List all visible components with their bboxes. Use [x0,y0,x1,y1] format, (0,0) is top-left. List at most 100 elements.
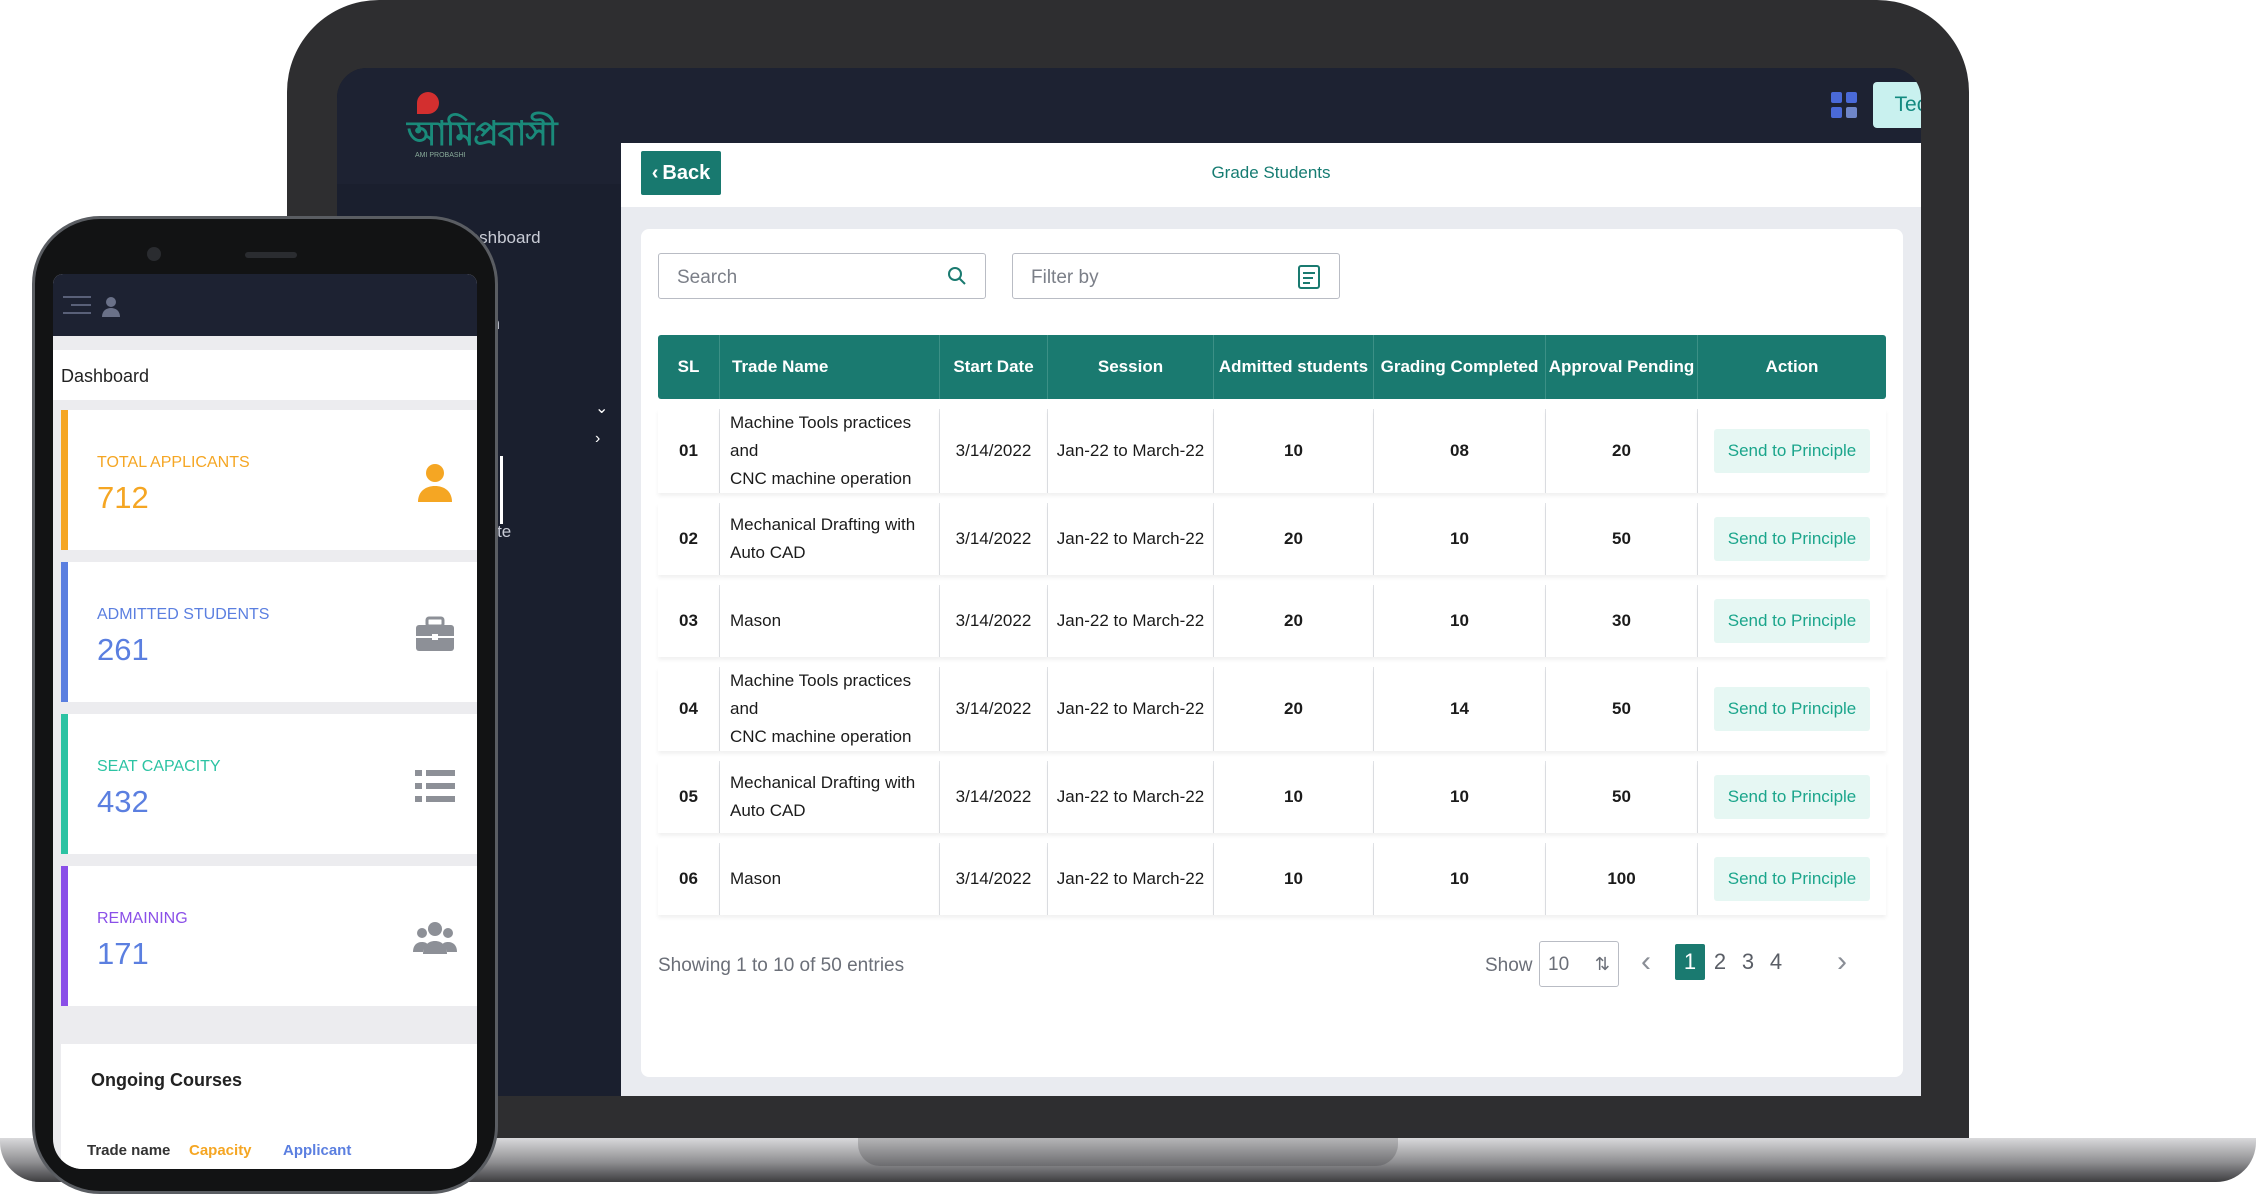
training-center-button[interactable]: Technical Training Center [1873,82,1921,128]
chevron-left-icon[interactable]: ‹ [1641,945,1651,979]
stat-accent-bar [61,410,68,550]
cell-start-date: 3/14/2022 [940,761,1048,833]
stat-card-remaining[interactable]: REMAINING 171 [61,866,477,1006]
stat-card-admitted-students[interactable]: ADMITTED STUDENTS 261 [61,562,477,702]
cell-pending: 100 [1546,843,1698,915]
cell-session: Jan-22 to March-22 [1048,667,1214,751]
cell-graded: 10 [1374,843,1546,915]
search-placeholder: Search [677,267,738,288]
cell-session: Jan-22 to March-22 [1048,585,1214,657]
trade-line: Machine Tools practices and [730,413,912,460]
trade-line: Mason [730,869,782,888]
search-input[interactable]: Search [658,253,986,299]
stat-accent-bar [61,714,68,854]
cell-action: Send to Principle [1698,585,1886,657]
col-session[interactable]: Session [1048,335,1214,399]
trade-line: Mechanical Drafting with [730,773,916,792]
table-row: 02 Mechanical Drafting with Auto CAD 3/14… [658,503,1886,575]
phone-screen: Dashboard TOTAL APPLICANTS 712 ADMITTED … [53,274,477,1169]
stat-card-seat-capacity[interactable]: SEAT CAPACITY 432 [61,714,477,854]
filter-placeholder: Filter by [1031,267,1099,288]
cell-trade-name: Mechanical Drafting with Auto CAD [720,761,940,833]
table-header-row: SL Trade Name Start Date Session Admitte… [658,335,1886,399]
table-row: 06 Mason 3/14/2022 Jan-22 to March-22 10… [658,843,1886,915]
cell-trade-name: Mason [720,843,940,915]
stat-label: TOTAL APPLICANTS [97,454,250,471]
group-icon [413,922,457,954]
stat-label: SEAT CAPACITY [97,758,221,775]
col-action: Action [1698,335,1886,399]
chevron-left-icon: ‹ [651,161,659,184]
filter-select[interactable]: Filter by [1012,253,1340,299]
stat-card-total-applicants[interactable]: TOTAL APPLICANTS 712 [61,410,477,550]
col-trade-name[interactable]: Trade name [87,1142,170,1159]
col-admitted[interactable]: Admitted students [1214,335,1374,399]
send-to-principle-button[interactable]: Send to Principle [1713,599,1871,643]
chevron-down-icon[interactable]: ⌄ [595,398,608,418]
page-size-select[interactable]: 10 ⇅ [1539,941,1619,987]
table-row: 04 Machine Tools practices and CNC machin… [658,667,1886,751]
user-icon[interactable] [99,294,123,318]
dashboard-title: Dashboard [61,366,150,386]
send-to-principle-button[interactable]: Send to Principle [1713,775,1871,819]
page-4-button[interactable]: 4 [1761,949,1791,975]
cell-admitted: 20 [1214,503,1374,575]
page-1-button[interactable]: 1 [1675,944,1705,980]
send-to-principle-button[interactable]: Send to Principle [1713,429,1871,473]
cell-trade-name: Mason [720,585,940,657]
trade-line: Auto CAD [730,543,806,562]
stat-label: REMAINING [97,910,188,927]
chevron-right-icon[interactable]: › [1837,945,1847,979]
laptop-screen: আমিপ্রবাসী AMI PROBASHI r Dashboard lent… [337,68,1921,1096]
page-2-button[interactable]: 2 [1705,949,1735,975]
sort-icon: ⇅ [1594,954,1610,974]
stat-value: 432 [97,784,149,819]
cell-admitted: 20 [1214,667,1374,751]
send-to-principle-button[interactable]: Send to Principle [1713,857,1871,901]
col-capacity[interactable]: Capacity [189,1142,252,1159]
cell-sl: 06 [658,843,720,915]
chevron-right-icon[interactable]: › [595,430,600,448]
cell-pending: 50 [1546,761,1698,833]
filter-icon[interactable] [1297,264,1321,290]
dashboard-header: Dashboard [53,350,477,400]
hamburger-menu-icon[interactable] [63,296,91,314]
back-label: Back [662,161,711,184]
cell-start-date: 3/14/2022 [940,843,1048,915]
cell-start-date: 3/14/2022 [940,585,1048,657]
stat-accent-bar [61,562,68,702]
apps-grid-icon[interactable] [1831,92,1857,118]
col-approval-pending[interactable]: Approval Pending [1546,335,1698,399]
cell-trade-name: Mechanical Drafting with Auto CAD [720,503,940,575]
cell-pending: 20 [1546,409,1698,493]
send-to-principle-button[interactable]: Send to Principle [1713,517,1871,561]
phone-frame: Dashboard TOTAL APPLICANTS 712 ADMITTED … [32,216,498,1194]
table-row: 05 Mechanical Drafting with Auto CAD 3/14… [658,761,1886,833]
top-bar: Technical Training Center [621,68,1921,143]
cell-graded: 08 [1374,409,1546,493]
cell-sl: 03 [658,585,720,657]
cell-trade-name: Machine Tools practices and CNC machine o… [720,409,940,493]
search-icon[interactable] [947,266,967,286]
stat-value: 171 [97,936,149,971]
table-row: 03 Mason 3/14/2022 Jan-22 to March-22 20… [658,585,1886,657]
cell-action: Send to Principle [1698,409,1886,493]
col-grading-completed[interactable]: Grading Completed [1374,335,1546,399]
send-to-principle-button[interactable]: Send to Principle [1713,687,1871,731]
col-sl[interactable]: SL [658,335,720,399]
table-row: 01 Machine Tools practices and CNC machin… [658,409,1886,493]
cell-pending: 50 [1546,667,1698,751]
app-logo[interactable]: আমিপ্রবাসী AMI PROBASHI [407,92,558,164]
ongoing-courses-panel: Ongoing Courses Trade name Capacity Appl… [61,1044,477,1169]
cell-start-date: 3/14/2022 [940,409,1048,493]
page-size-value: 10 [1548,954,1570,975]
trade-line: Mason [730,611,782,630]
col-applicant[interactable]: Applicant [283,1142,351,1159]
page-3-button[interactable]: 3 [1733,949,1763,975]
col-trade-name[interactable]: Trade Name [720,335,940,399]
cell-session: Jan-22 to March-22 [1048,409,1214,493]
grade-students-card: Search Filter by SL Trade Name Start Dat… [641,229,1903,1077]
col-start-date[interactable]: Start Date [940,335,1048,399]
cell-trade-name: Machine Tools practices and CNC machine o… [720,667,940,751]
back-button[interactable]: ‹ Back [641,151,721,195]
